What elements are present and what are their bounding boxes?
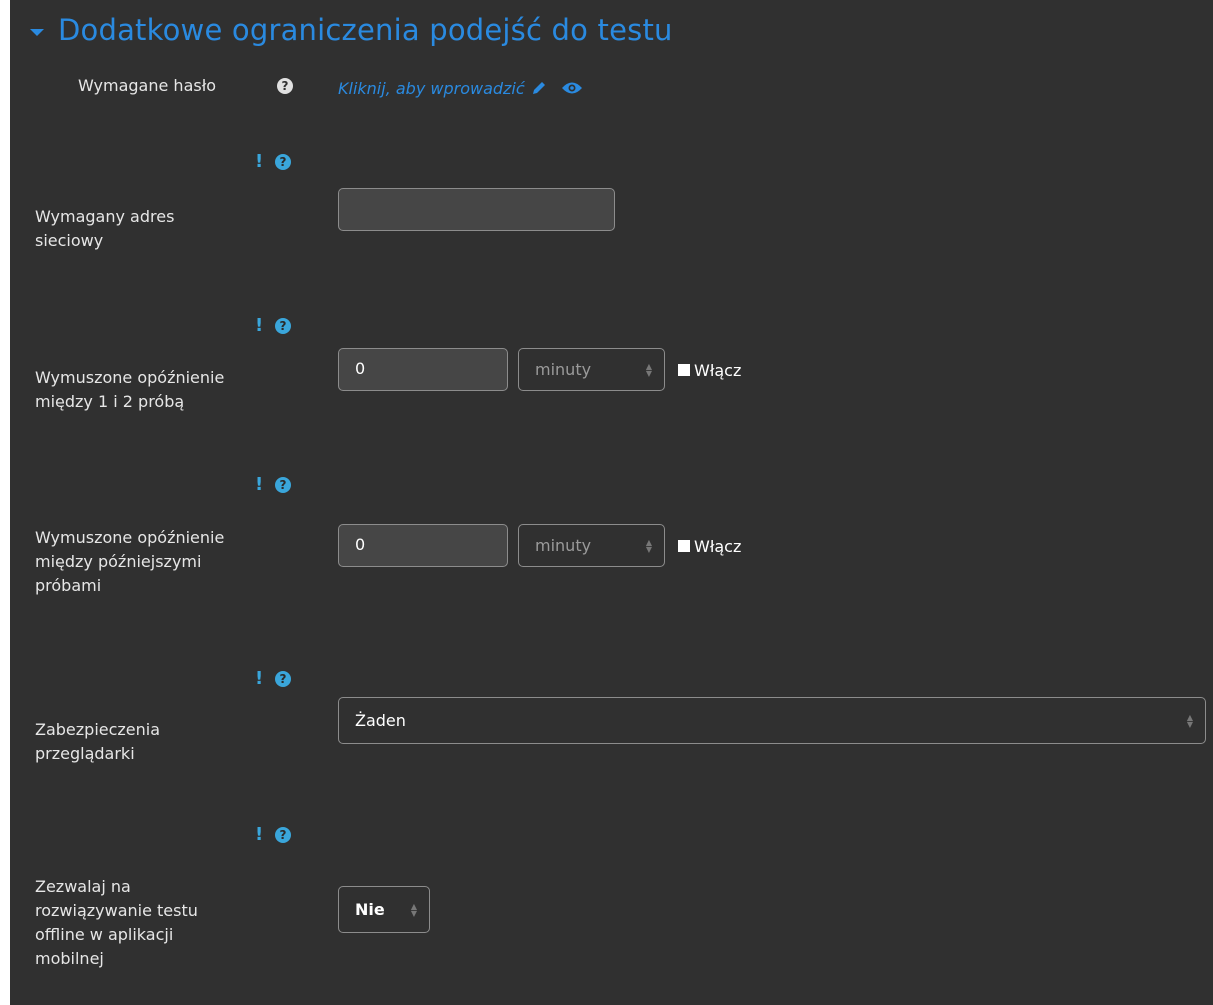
section-header[interactable]: Dodatkowe ograniczenia podejść do testu xyxy=(30,10,673,50)
browser-security-select[interactable]: Żaden ▲ ▼ xyxy=(338,697,1206,744)
section-title: Dodatkowe ograniczenia podejść do testu xyxy=(58,13,673,47)
delay2-label: Wymuszone opóźnienie między późniejszymi… xyxy=(35,528,225,595)
browser-security-help-icon[interactable]: ? xyxy=(275,671,291,687)
pencil-icon[interactable] xyxy=(531,80,547,96)
delay1-value-input[interactable]: 0 xyxy=(338,348,508,391)
delay1-unit-select[interactable]: minuty ▲ ▼ xyxy=(518,348,665,391)
delay1-label: Wymuszone opóźnienie między 1 i 2 próbą xyxy=(35,368,225,411)
password-edit-link[interactable]: Kliknij, aby wprowadzić xyxy=(338,76,583,100)
offline-help-icon[interactable]: ? xyxy=(275,827,291,843)
collapse-caret-icon[interactable] xyxy=(30,28,44,36)
offline-required-icon: ! xyxy=(255,824,264,845)
offline-select[interactable]: Nie ▲ ▼ xyxy=(338,886,430,933)
delay2-value-input[interactable]: 0 xyxy=(338,524,508,567)
network-required-icon: ! xyxy=(255,151,264,172)
checkbox-box[interactable] xyxy=(678,364,690,376)
settings-panel: Dodatkowe ograniczenia podejść do testu … xyxy=(10,0,1213,1005)
select-arrows-icon: ▲ ▼ xyxy=(645,361,652,378)
delay1-help-icon[interactable]: ? xyxy=(275,318,291,334)
select-arrows-icon: ▲ ▼ xyxy=(645,537,652,554)
network-address-input[interactable] xyxy=(338,188,615,231)
browser-security-label: Zabezpieczenia przeglądarki xyxy=(35,720,161,763)
select-arrows-icon: ▲ ▼ xyxy=(410,901,417,918)
network-help-icon[interactable]: ? xyxy=(275,154,291,170)
offline-label: Zezwalaj na rozwiązywanie testu offline … xyxy=(35,877,198,968)
delay1-enable-checkbox[interactable]: Włącz xyxy=(678,358,741,382)
delay2-enable-checkbox[interactable]: Włącz xyxy=(678,534,741,558)
password-help-icon[interactable]: ? xyxy=(277,78,293,94)
select-arrows-icon: ▲ ▼ xyxy=(1186,712,1193,729)
browser-security-required-icon: ! xyxy=(255,668,264,689)
delay2-required-icon: ! xyxy=(255,474,264,495)
delay1-required-icon: ! xyxy=(255,315,264,336)
checkbox-box[interactable] xyxy=(678,540,690,552)
password-label: Wymagane hasło xyxy=(78,76,217,95)
delay2-help-icon[interactable]: ? xyxy=(275,477,291,493)
delay2-unit-select[interactable]: minuty ▲ ▼ xyxy=(518,524,665,567)
eye-icon[interactable] xyxy=(561,81,583,95)
network-label: Wymagany adres sieciowy xyxy=(35,207,175,250)
